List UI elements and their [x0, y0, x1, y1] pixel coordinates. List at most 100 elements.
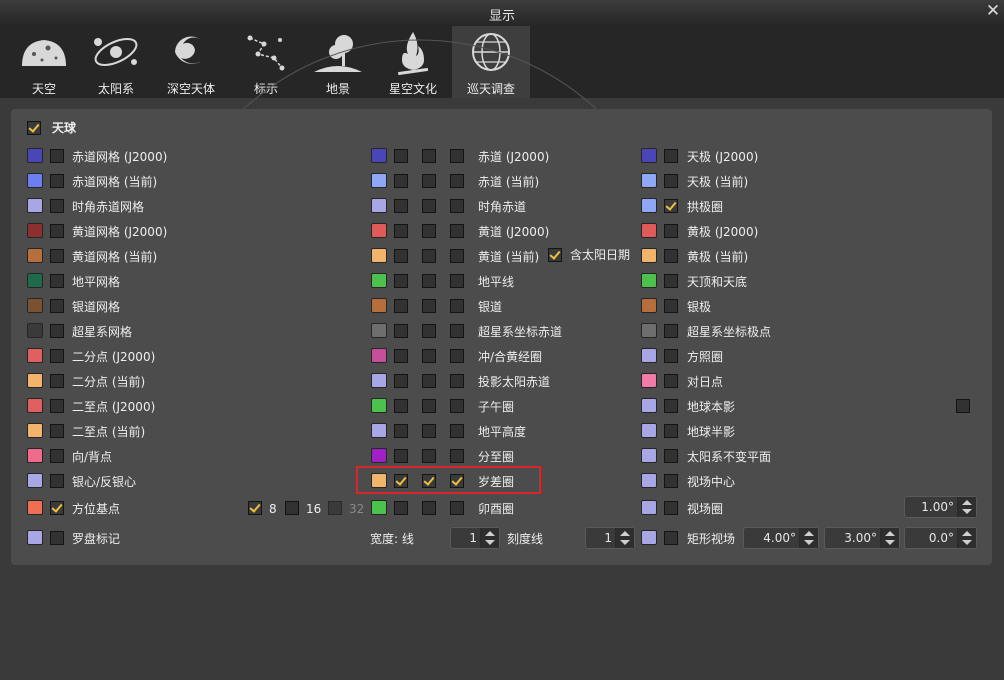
spin-arrows[interactable]	[957, 497, 976, 517]
chevron-down-icon[interactable]	[962, 540, 972, 545]
line-checkbox[interactable]	[394, 149, 408, 163]
color-swatch[interactable]	[27, 298, 43, 313]
chevron-up-icon[interactable]	[620, 531, 630, 536]
labels-checkbox[interactable]	[450, 174, 464, 188]
line-checkbox[interactable]	[664, 474, 678, 488]
color-swatch[interactable]	[371, 323, 387, 338]
color-swatch[interactable]	[641, 373, 657, 388]
line-checkbox[interactable]	[394, 224, 408, 238]
partitions-checkbox[interactable]	[422, 149, 436, 163]
chevron-up-icon[interactable]	[885, 531, 895, 536]
line-checkbox[interactable]	[50, 199, 64, 213]
line-checkbox[interactable]	[50, 399, 64, 413]
chevron-up-icon[interactable]	[804, 531, 814, 536]
partitions-checkbox[interactable]	[422, 399, 436, 413]
color-swatch[interactable]	[27, 398, 43, 413]
tab-starlore[interactable]: 星空文化	[380, 26, 446, 98]
color-swatch[interactable]	[641, 423, 657, 438]
chevron-down-icon[interactable]	[620, 540, 630, 545]
partitions-checkbox[interactable]	[422, 249, 436, 263]
line-checkbox[interactable]	[50, 299, 64, 313]
color-swatch[interactable]	[641, 448, 657, 463]
line-checkbox[interactable]	[394, 399, 408, 413]
color-swatch[interactable]	[27, 273, 43, 288]
color-swatch[interactable]	[641, 530, 657, 545]
line-checkbox[interactable]	[50, 449, 64, 463]
line-checkbox[interactable]	[50, 474, 64, 488]
color-swatch[interactable]	[371, 500, 387, 515]
labels-checkbox[interactable]	[450, 224, 464, 238]
partitions-checkbox[interactable]	[422, 324, 436, 338]
labels-checkbox[interactable]	[450, 149, 464, 163]
color-swatch[interactable]	[27, 223, 43, 238]
labels-checkbox[interactable]	[450, 399, 464, 413]
partitions-checkbox[interactable]	[422, 299, 436, 313]
close-icon[interactable]: ✕	[984, 2, 1002, 20]
line-checkbox[interactable]	[394, 501, 408, 515]
color-swatch[interactable]	[27, 530, 43, 545]
with-sun-dates-checkbox[interactable]	[548, 248, 562, 262]
tab-landscape[interactable]: 地景	[308, 26, 368, 98]
color-swatch[interactable]	[371, 148, 387, 163]
line-checkbox[interactable]	[664, 149, 678, 163]
color-swatch[interactable]	[641, 473, 657, 488]
cardinal-16-checkbox[interactable]	[285, 501, 299, 515]
labels-checkbox[interactable]	[450, 274, 464, 288]
color-swatch[interactable]	[371, 198, 387, 213]
line-checkbox[interactable]	[394, 324, 408, 338]
color-swatch[interactable]	[641, 248, 657, 263]
line-checkbox[interactable]	[664, 449, 678, 463]
line-checkbox[interactable]	[50, 349, 64, 363]
line-checkbox[interactable]	[50, 531, 64, 545]
color-swatch[interactable]	[27, 448, 43, 463]
partitions-checkbox[interactable]	[422, 449, 436, 463]
line-checkbox[interactable]	[664, 224, 678, 238]
spin-arrows[interactable]	[880, 528, 899, 548]
partitions-checkbox[interactable]	[422, 174, 436, 188]
fov-circle-spinbox[interactable]: 1.00°	[904, 496, 977, 518]
line-checkbox[interactable]	[664, 501, 678, 515]
line-checkbox[interactable]	[664, 531, 678, 545]
color-swatch[interactable]	[641, 500, 657, 515]
partitions-checkbox[interactable]	[422, 274, 436, 288]
color-swatch[interactable]	[27, 348, 43, 363]
umbra-extra-checkbox[interactable]	[956, 399, 970, 413]
line-checkbox[interactable]	[664, 274, 678, 288]
partitions-checkbox[interactable]	[422, 199, 436, 213]
color-swatch[interactable]	[371, 248, 387, 263]
line-checkbox[interactable]	[394, 374, 408, 388]
spin-arrows[interactable]	[799, 528, 818, 548]
spin-arrows[interactable]	[957, 528, 976, 548]
line-checkbox[interactable]	[50, 374, 64, 388]
color-swatch[interactable]	[27, 248, 43, 263]
rect-fov-height-spinbox[interactable]: 3.00°	[824, 527, 900, 549]
tab-surveys[interactable]: 巡天调查	[452, 26, 530, 98]
line-checkbox[interactable]	[50, 174, 64, 188]
color-swatch[interactable]	[641, 223, 657, 238]
line-checkbox[interactable]	[50, 249, 64, 263]
line-checkbox[interactable]	[664, 399, 678, 413]
line-checkbox[interactable]	[394, 349, 408, 363]
chevron-up-icon[interactable]	[485, 531, 495, 536]
color-swatch[interactable]	[371, 348, 387, 363]
line-checkbox[interactable]	[664, 349, 678, 363]
labels-checkbox[interactable]	[450, 249, 464, 263]
chevron-down-icon[interactable]	[885, 540, 895, 545]
line-checkbox[interactable]	[664, 374, 678, 388]
line-checkbox[interactable]	[394, 449, 408, 463]
tick-width-spinbox[interactable]: 1	[585, 527, 635, 549]
chevron-down-icon[interactable]	[804, 540, 814, 545]
labels-checkbox[interactable]	[450, 299, 464, 313]
spin-arrows[interactable]	[480, 528, 499, 548]
labels-checkbox[interactable]	[450, 501, 464, 515]
rect-fov-rotation-spinbox[interactable]: 0.0°	[904, 527, 977, 549]
tab-solar-system[interactable]: 太阳系	[84, 26, 148, 98]
partitions-checkbox[interactable]	[422, 501, 436, 515]
color-swatch[interactable]	[27, 500, 43, 515]
color-swatch[interactable]	[371, 223, 387, 238]
tab-deep-sky[interactable]: 深空天体	[160, 26, 222, 98]
chevron-up-icon[interactable]	[962, 500, 972, 505]
line-checkbox[interactable]	[394, 299, 408, 313]
line-checkbox[interactable]	[394, 249, 408, 263]
color-swatch[interactable]	[641, 398, 657, 413]
